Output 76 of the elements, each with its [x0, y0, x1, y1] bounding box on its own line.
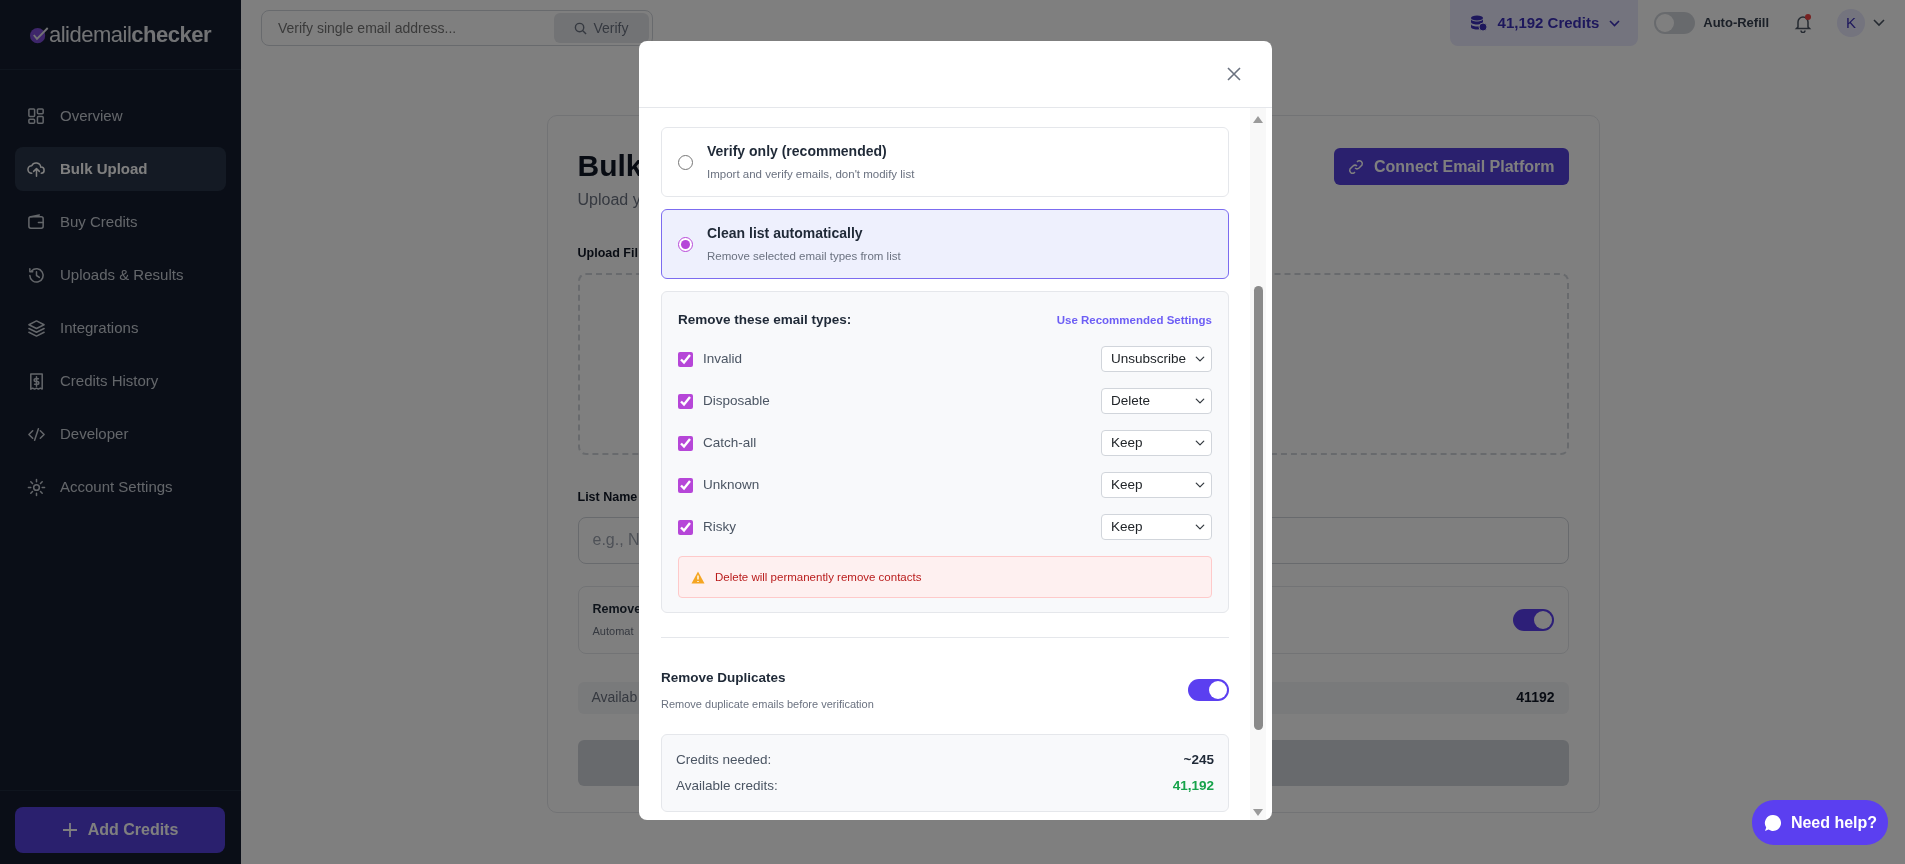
- sidebar-item[interactable]: Bulk Upload: [15, 147, 226, 191]
- cloud-upload-icon: [27, 159, 46, 179]
- avatar[interactable]: K: [1837, 9, 1865, 37]
- sidebar-item[interactable]: Buy Credits: [15, 200, 226, 244]
- email-type-label: Catch-all: [703, 434, 757, 453]
- option-description: Remove selected email types from list: [707, 248, 901, 264]
- sidebar-item[interactable]: Developer: [15, 412, 226, 456]
- checkbox[interactable]: [678, 435, 693, 451]
- option-card[interactable]: Clean list automatically Remove selected email types from list: [661, 209, 1229, 279]
- email-type-label: Invalid: [703, 350, 743, 369]
- action-dropdown[interactable]: Keep: [1101, 430, 1212, 457]
- summary-label: Available credits:: [676, 777, 778, 795]
- available-label: Availab: [591, 688, 638, 707]
- grid-icon: [27, 106, 46, 126]
- panel-title: Remove these email types:: [678, 311, 852, 329]
- list-name-label: List Name: [577, 489, 638, 504]
- help-chat-button[interactable]: Need help?: [1752, 800, 1888, 845]
- checkbox[interactable]: [678, 477, 693, 493]
- checkbox[interactable]: [678, 393, 693, 409]
- email-type-label: Disposable: [703, 392, 770, 411]
- wallet-icon: [27, 212, 46, 232]
- email-type-label: Risky: [703, 518, 736, 537]
- option-card[interactable]: Verify only (recommended) Import and verify emails, don't modify list: [661, 127, 1229, 197]
- verify-button[interactable]: Verify: [554, 13, 649, 43]
- duplicates-description: Remove duplicate emails before verification: [661, 696, 874, 712]
- link-icon: [1348, 158, 1364, 175]
- summary-label: Credits needed:: [676, 751, 772, 769]
- page-title: Bulk: [577, 148, 643, 184]
- history-icon: [27, 265, 46, 285]
- setting-title: Remove: [592, 600, 642, 618]
- caret-icon[interactable]: [1873, 19, 1885, 27]
- action-dropdown[interactable]: Unsubscribe: [1101, 346, 1212, 373]
- credits-dropdown[interactable]: 41,192 Credits: [1449, 0, 1639, 46]
- checkbox[interactable]: [678, 351, 693, 367]
- search-field[interactable]: Verify single email address... Verify: [261, 10, 653, 46]
- option-title: Clean list automatically: [707, 223, 864, 243]
- setting-description: Automat: [592, 623, 635, 639]
- connect-platform-button[interactable]: Connect Email Platform: [1334, 148, 1569, 185]
- chat-bubble-icon: [1762, 812, 1783, 833]
- duplicates-toggle[interactable]: [1188, 679, 1229, 702]
- recommended-settings-link[interactable]: Use Recommended Settings: [1056, 311, 1212, 329]
- warning-icon: [691, 570, 705, 584]
- available-value: 41192: [1516, 688, 1555, 707]
- option-description: Import and verify emails, don't modify list: [707, 166, 915, 182]
- setting-toggle[interactable]: [1512, 608, 1554, 631]
- checkbox[interactable]: [678, 519, 693, 535]
- scroll-up-arrow-icon[interactable]: [1253, 116, 1263, 123]
- upload-label: Upload Fil: [577, 246, 638, 260]
- sidebar-item[interactable]: Credits History: [15, 359, 226, 403]
- radio-button[interactable]: [678, 154, 693, 170]
- gear-icon: [27, 477, 46, 497]
- sidebar-item[interactable]: Uploads & Results: [15, 253, 226, 297]
- layers-icon: [27, 318, 46, 338]
- sidebar-item[interactable]: Account Settings: [15, 465, 226, 509]
- action-dropdown[interactable]: Keep: [1101, 514, 1212, 541]
- logo-text: alidemailchecker: [49, 21, 211, 49]
- receipt-icon: [27, 371, 46, 391]
- add-credits-button[interactable]: Add Credits: [15, 807, 225, 853]
- duplicates-title: Remove Duplicates: [661, 669, 787, 688]
- option-title: Verify only (recommended): [707, 141, 888, 161]
- action-dropdown[interactable]: Keep: [1101, 472, 1212, 499]
- plus-icon: [61, 822, 78, 838]
- warning-text: Delete will permanently remove contacts: [715, 569, 922, 585]
- email-type-label: Unknown: [703, 476, 760, 495]
- sidebar-item[interactable]: Integrations: [15, 306, 226, 350]
- caret-icon: [1609, 19, 1621, 27]
- summary-value: 41,192: [1172, 777, 1214, 795]
- summary-value: ~245: [1183, 751, 1214, 769]
- bell-icon[interactable]: [1793, 13, 1813, 33]
- action-dropdown[interactable]: Delete: [1101, 388, 1212, 415]
- search-icon: [574, 21, 588, 35]
- scrollbar[interactable]: [1250, 108, 1266, 820]
- sidebar-item[interactable]: Overview: [15, 94, 226, 138]
- auto-refill-label: Auto-Refill: [1703, 14, 1769, 33]
- scroll-down-arrow-icon[interactable]: [1253, 809, 1263, 816]
- radio-button[interactable]: [678, 236, 693, 252]
